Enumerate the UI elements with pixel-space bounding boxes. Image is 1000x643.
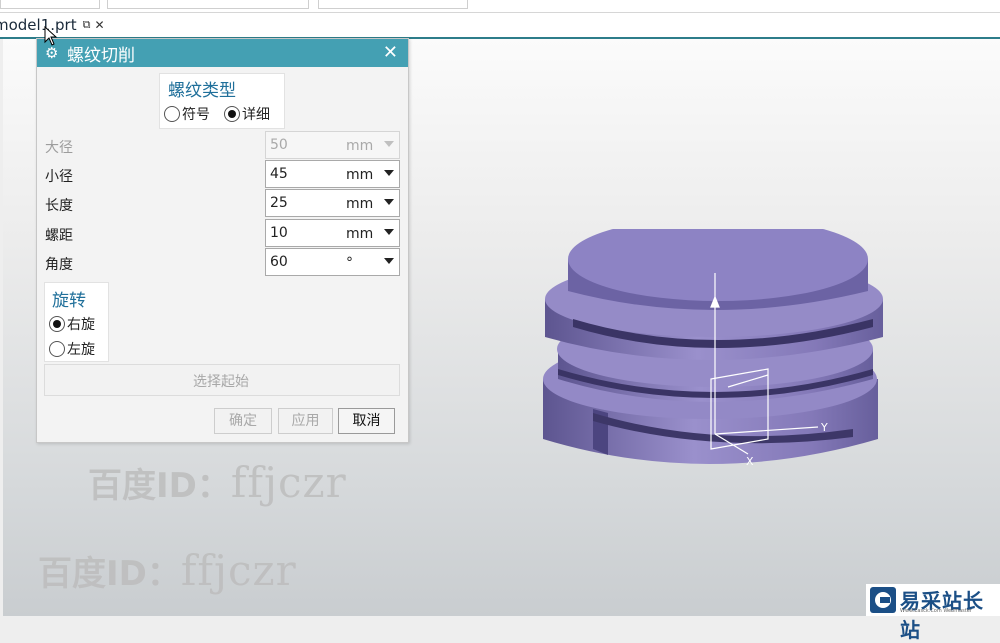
- toolbar-segment: [318, 0, 468, 9]
- pitch-input[interactable]: 10 mm: [265, 219, 400, 247]
- radio-right-label: 右旋: [67, 317, 95, 333]
- close-icon[interactable]: ✕: [383, 42, 398, 63]
- site-logo: 易采站长站 Www.Easck.Com Webmaster: [866, 584, 1000, 642]
- field-row-pitch: 螺距 10 mm: [37, 219, 408, 247]
- x-axis-label: X: [746, 455, 754, 468]
- chevron-down-icon[interactable]: [384, 229, 394, 235]
- select-start-label: 选择起始: [193, 374, 249, 390]
- field-value: 25: [270, 195, 288, 211]
- threaded-cylinder-model: Y X: [543, 229, 883, 468]
- watermark-3: 百度ID：ffjczr: [38, 546, 297, 595]
- field-row-major-diameter: 大径 50 mm: [37, 131, 408, 159]
- field-value: 60: [270, 254, 288, 270]
- field-row-angle: 角度 60 °: [37, 248, 408, 276]
- gear-icon: ⚙: [45, 44, 59, 62]
- field-label: 大径: [45, 140, 73, 156]
- field-value: 45: [270, 166, 288, 182]
- close-icon[interactable]: ✕: [94, 18, 104, 32]
- radio-symbolic[interactable]: 符号: [164, 104, 210, 124]
- field-unit: mm: [346, 167, 374, 183]
- logo-subtext: Www.Easck.Com Webmaster: [900, 608, 972, 614]
- major-diameter-input: 50 mm: [265, 131, 400, 159]
- field-unit: mm: [346, 138, 374, 154]
- y-axis-label: Y: [820, 421, 828, 434]
- toolbar-segment: [470, 0, 510, 8]
- dialog-header[interactable]: ⚙ 螺纹切削 ✕: [37, 39, 408, 67]
- chevron-down-icon[interactable]: [384, 170, 394, 176]
- radio-symbolic-label: 符号: [182, 107, 210, 123]
- radio-circle: [49, 341, 65, 357]
- thread-type-group: 螺纹类型 符号 详细: [159, 73, 285, 129]
- field-row-minor-diameter: 小径 45 mm: [37, 160, 408, 188]
- length-input[interactable]: 25 mm: [265, 189, 400, 217]
- cancel-button[interactable]: 取消: [338, 408, 395, 434]
- minor-diameter-input[interactable]: 45 mm: [265, 160, 400, 188]
- tab-label: model1.prt: [0, 16, 77, 34]
- thread-type-title: 螺纹类型: [168, 81, 236, 101]
- thread-cut-dialog: ⚙ 螺纹切削 ✕ 螺纹类型 符号 详细 大径 50 mm 小径 45 mm 长度: [36, 38, 409, 443]
- radio-left-hand[interactable]: 左旋: [49, 339, 95, 359]
- field-label: 长度: [45, 198, 73, 214]
- radio-detailed[interactable]: 详细: [224, 104, 270, 124]
- rotation-title: 旋转: [52, 291, 86, 311]
- mouse-cursor-icon: [44, 26, 58, 46]
- field-label: 螺距: [45, 228, 73, 244]
- chevron-down-icon: [384, 141, 394, 147]
- radio-right-hand[interactable]: 右旋: [49, 314, 95, 334]
- radio-circle-selected: [224, 106, 240, 122]
- logo-text: 易采站长站: [900, 589, 984, 642]
- toolbar-segment: [0, 0, 100, 9]
- toolbar-segment: [107, 0, 309, 9]
- logo-icon: [870, 587, 896, 613]
- angle-input[interactable]: 60 °: [265, 248, 400, 276]
- select-start-button[interactable]: 选择起始: [44, 364, 400, 396]
- radio-detailed-label: 详细: [242, 107, 270, 123]
- toolbar-strip: [0, 0, 1000, 13]
- field-label: 角度: [45, 257, 73, 273]
- dialog-title: 螺纹切削: [67, 45, 135, 66]
- rotation-group: 旋转 右旋 左旋: [44, 282, 109, 362]
- field-row-length: 长度 25 mm: [37, 189, 408, 217]
- radio-circle: [164, 106, 180, 122]
- apply-button[interactable]: 应用: [278, 408, 333, 434]
- document-tab-bar: model1.prt ⧉ ✕: [0, 13, 1000, 39]
- field-label: 小径: [45, 169, 73, 185]
- chevron-down-icon[interactable]: [384, 258, 394, 264]
- chevron-down-icon[interactable]: [384, 199, 394, 205]
- field-value: 50: [270, 137, 288, 153]
- ok-button[interactable]: 确定: [214, 408, 272, 434]
- field-unit: °: [346, 255, 353, 271]
- field-unit: mm: [346, 196, 374, 212]
- radio-circle-selected: [49, 316, 65, 332]
- pin-icon[interactable]: ⧉: [83, 18, 91, 32]
- field-unit: mm: [346, 226, 374, 242]
- radio-left-label: 左旋: [67, 342, 95, 358]
- watermark-2: 百度ID：ffjczr: [88, 458, 347, 507]
- field-value: 10: [270, 225, 288, 241]
